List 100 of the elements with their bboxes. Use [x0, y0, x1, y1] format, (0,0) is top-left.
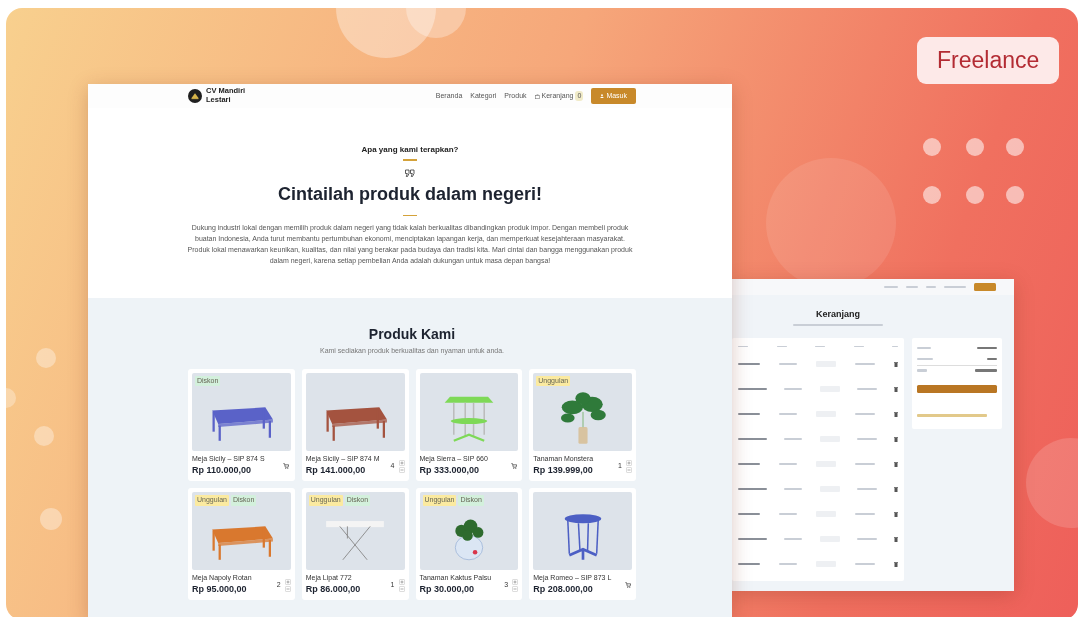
trash-icon[interactable] [894, 511, 898, 517]
illegible-text [738, 537, 767, 541]
accent-line [403, 159, 417, 161]
product-price: Rp 110.000,00 [192, 463, 253, 477]
increase-button[interactable] [398, 578, 405, 585]
minus-icon [285, 586, 290, 591]
checkout-button[interactable] [917, 384, 997, 393]
plus-icon [399, 579, 404, 584]
cart-icon [283, 463, 290, 469]
illegible-text [855, 362, 875, 366]
cart-icon [510, 463, 517, 469]
decorative-dot [966, 186, 984, 204]
shopping-bag-icon [534, 93, 540, 99]
illegible-text [784, 437, 803, 441]
trash-icon[interactable] [894, 561, 898, 567]
illegible-text [779, 362, 797, 366]
illegible-text [855, 462, 875, 466]
login-button[interactable] [974, 283, 996, 291]
decorative-dot [923, 138, 941, 156]
illegible-text [779, 412, 797, 416]
increase-button[interactable] [284, 578, 291, 585]
illegible-text [776, 345, 787, 348]
minus-icon [513, 586, 518, 591]
hero-title: Cintailah produk dalam negeri! [276, 182, 543, 206]
section-title: Produk Kami [367, 325, 457, 345]
illegible-text [855, 562, 875, 566]
section-eyebrow: Apa yang kami terapkan? [360, 144, 460, 156]
accent-line [403, 214, 417, 216]
illegible-text [738, 345, 748, 348]
illegible-text [815, 345, 825, 348]
trash-icon[interactable] [894, 386, 898, 392]
decorative-dot [1006, 138, 1024, 156]
illegible-text [855, 412, 875, 416]
illegible-text [784, 487, 803, 491]
illegible-text [917, 414, 987, 417]
illegible-text [779, 462, 797, 466]
product-price: Rp 30.000,00 [419, 582, 476, 596]
illegible-text [738, 362, 760, 366]
plus-icon [513, 579, 518, 584]
cart-icon [624, 582, 631, 589]
plus-icon [399, 460, 404, 465]
trash-icon[interactable] [894, 536, 898, 542]
product-price: Rp 208.000,00 [533, 582, 594, 596]
decorative-dot [966, 138, 984, 156]
illegible-text [738, 387, 767, 391]
illegible-text [738, 437, 767, 441]
illegible-text [917, 369, 927, 372]
logo-icon [188, 89, 202, 103]
trash-icon[interactable] [894, 361, 898, 367]
illegible-text [779, 562, 797, 566]
illegible-text [738, 562, 760, 566]
illegible-text [917, 357, 933, 361]
decrease-button[interactable] [398, 466, 405, 473]
illegible-text [906, 285, 918, 289]
illegible-text [738, 512, 760, 516]
illegible-text [784, 537, 803, 541]
minus-icon [627, 467, 631, 472]
quote-icon [405, 168, 415, 177]
decorative-dot [1006, 186, 1024, 204]
product-price: Rp 141.000,00 [305, 463, 367, 477]
add-to-cart-button[interactable] [623, 580, 632, 590]
trash-icon[interactable] [894, 461, 898, 467]
cart-title: Keranjang [815, 308, 861, 321]
illegible-text [856, 437, 877, 441]
illegible-text [917, 346, 931, 350]
plus-icon [627, 460, 631, 465]
product-price: Rp 95.000,00 [192, 582, 248, 596]
minus-icon [399, 467, 404, 472]
illegible-text [944, 285, 966, 289]
decorative-circle [36, 348, 56, 368]
add-to-cart-button[interactable] [281, 461, 291, 471]
decrease-button[interactable] [284, 585, 291, 592]
trash-icon[interactable] [894, 486, 898, 492]
increase-button[interactable] [398, 459, 405, 466]
decrease-button[interactable] [398, 585, 405, 592]
illegible-text [856, 487, 877, 491]
illegible-text [784, 387, 803, 391]
illegible-text [853, 345, 864, 348]
minus-icon [399, 586, 404, 591]
illegible-text [856, 387, 877, 391]
illegible-text [738, 462, 760, 466]
illegible-text [977, 346, 997, 350]
trash-icon[interactable] [894, 411, 898, 417]
illegible-text [855, 512, 875, 516]
illegible-text [975, 369, 997, 372]
add-to-cart-button[interactable] [509, 461, 519, 471]
trash-icon[interactable] [894, 436, 898, 442]
decrease-button[interactable] [626, 466, 632, 473]
decorative-circle [34, 426, 54, 446]
illegible-text [987, 357, 997, 361]
user-icon [600, 94, 605, 98]
illegible-text [738, 412, 760, 416]
illegible-text [779, 512, 797, 516]
decrease-button[interactable] [512, 585, 519, 592]
illegible-text [738, 487, 767, 491]
decorative-dot [923, 186, 941, 204]
increase-button[interactable] [512, 578, 519, 585]
freelance-badge: Freelance [917, 37, 1060, 84]
increase-button[interactable] [626, 459, 632, 466]
illegible-text [884, 285, 898, 289]
